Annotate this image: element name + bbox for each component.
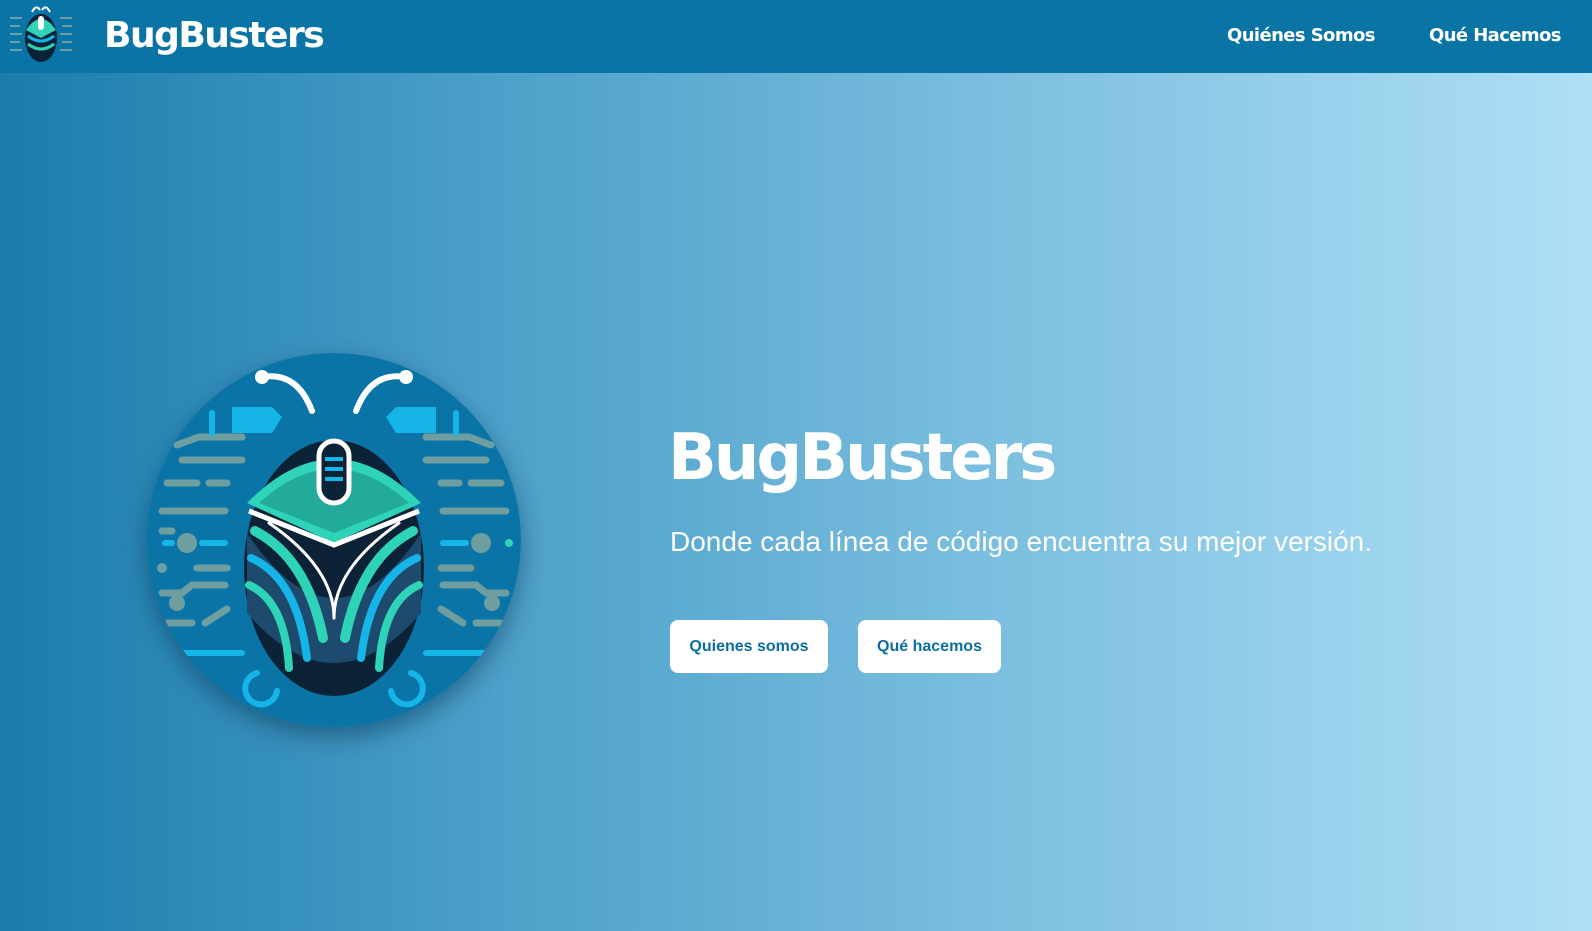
- nav-link-quienes-somos[interactable]: Quiénes Somos: [1227, 22, 1375, 50]
- que-hacemos-button[interactable]: Qué hacemos: [858, 620, 1001, 673]
- navbar: BugBusters Quiénes Somos Qué Hacemos: [0, 0, 1592, 73]
- brand-name[interactable]: BugBusters: [104, 12, 325, 60]
- nav-link-que-hacemos[interactable]: Qué Hacemos: [1429, 22, 1562, 50]
- beetle-circuit-logo-icon: [147, 353, 521, 727]
- page: BugBusters Quiénes Somos Qué Hacemos Bug…: [0, 0, 1592, 931]
- beetle-logo-icon[interactable]: [8, 2, 74, 66]
- hero-subtitle: Donde cada línea de código encuentra su …: [670, 526, 1372, 557]
- hero-title: BugBusters: [668, 421, 1057, 495]
- quienes-somos-button[interactable]: Quienes somos: [670, 620, 828, 673]
